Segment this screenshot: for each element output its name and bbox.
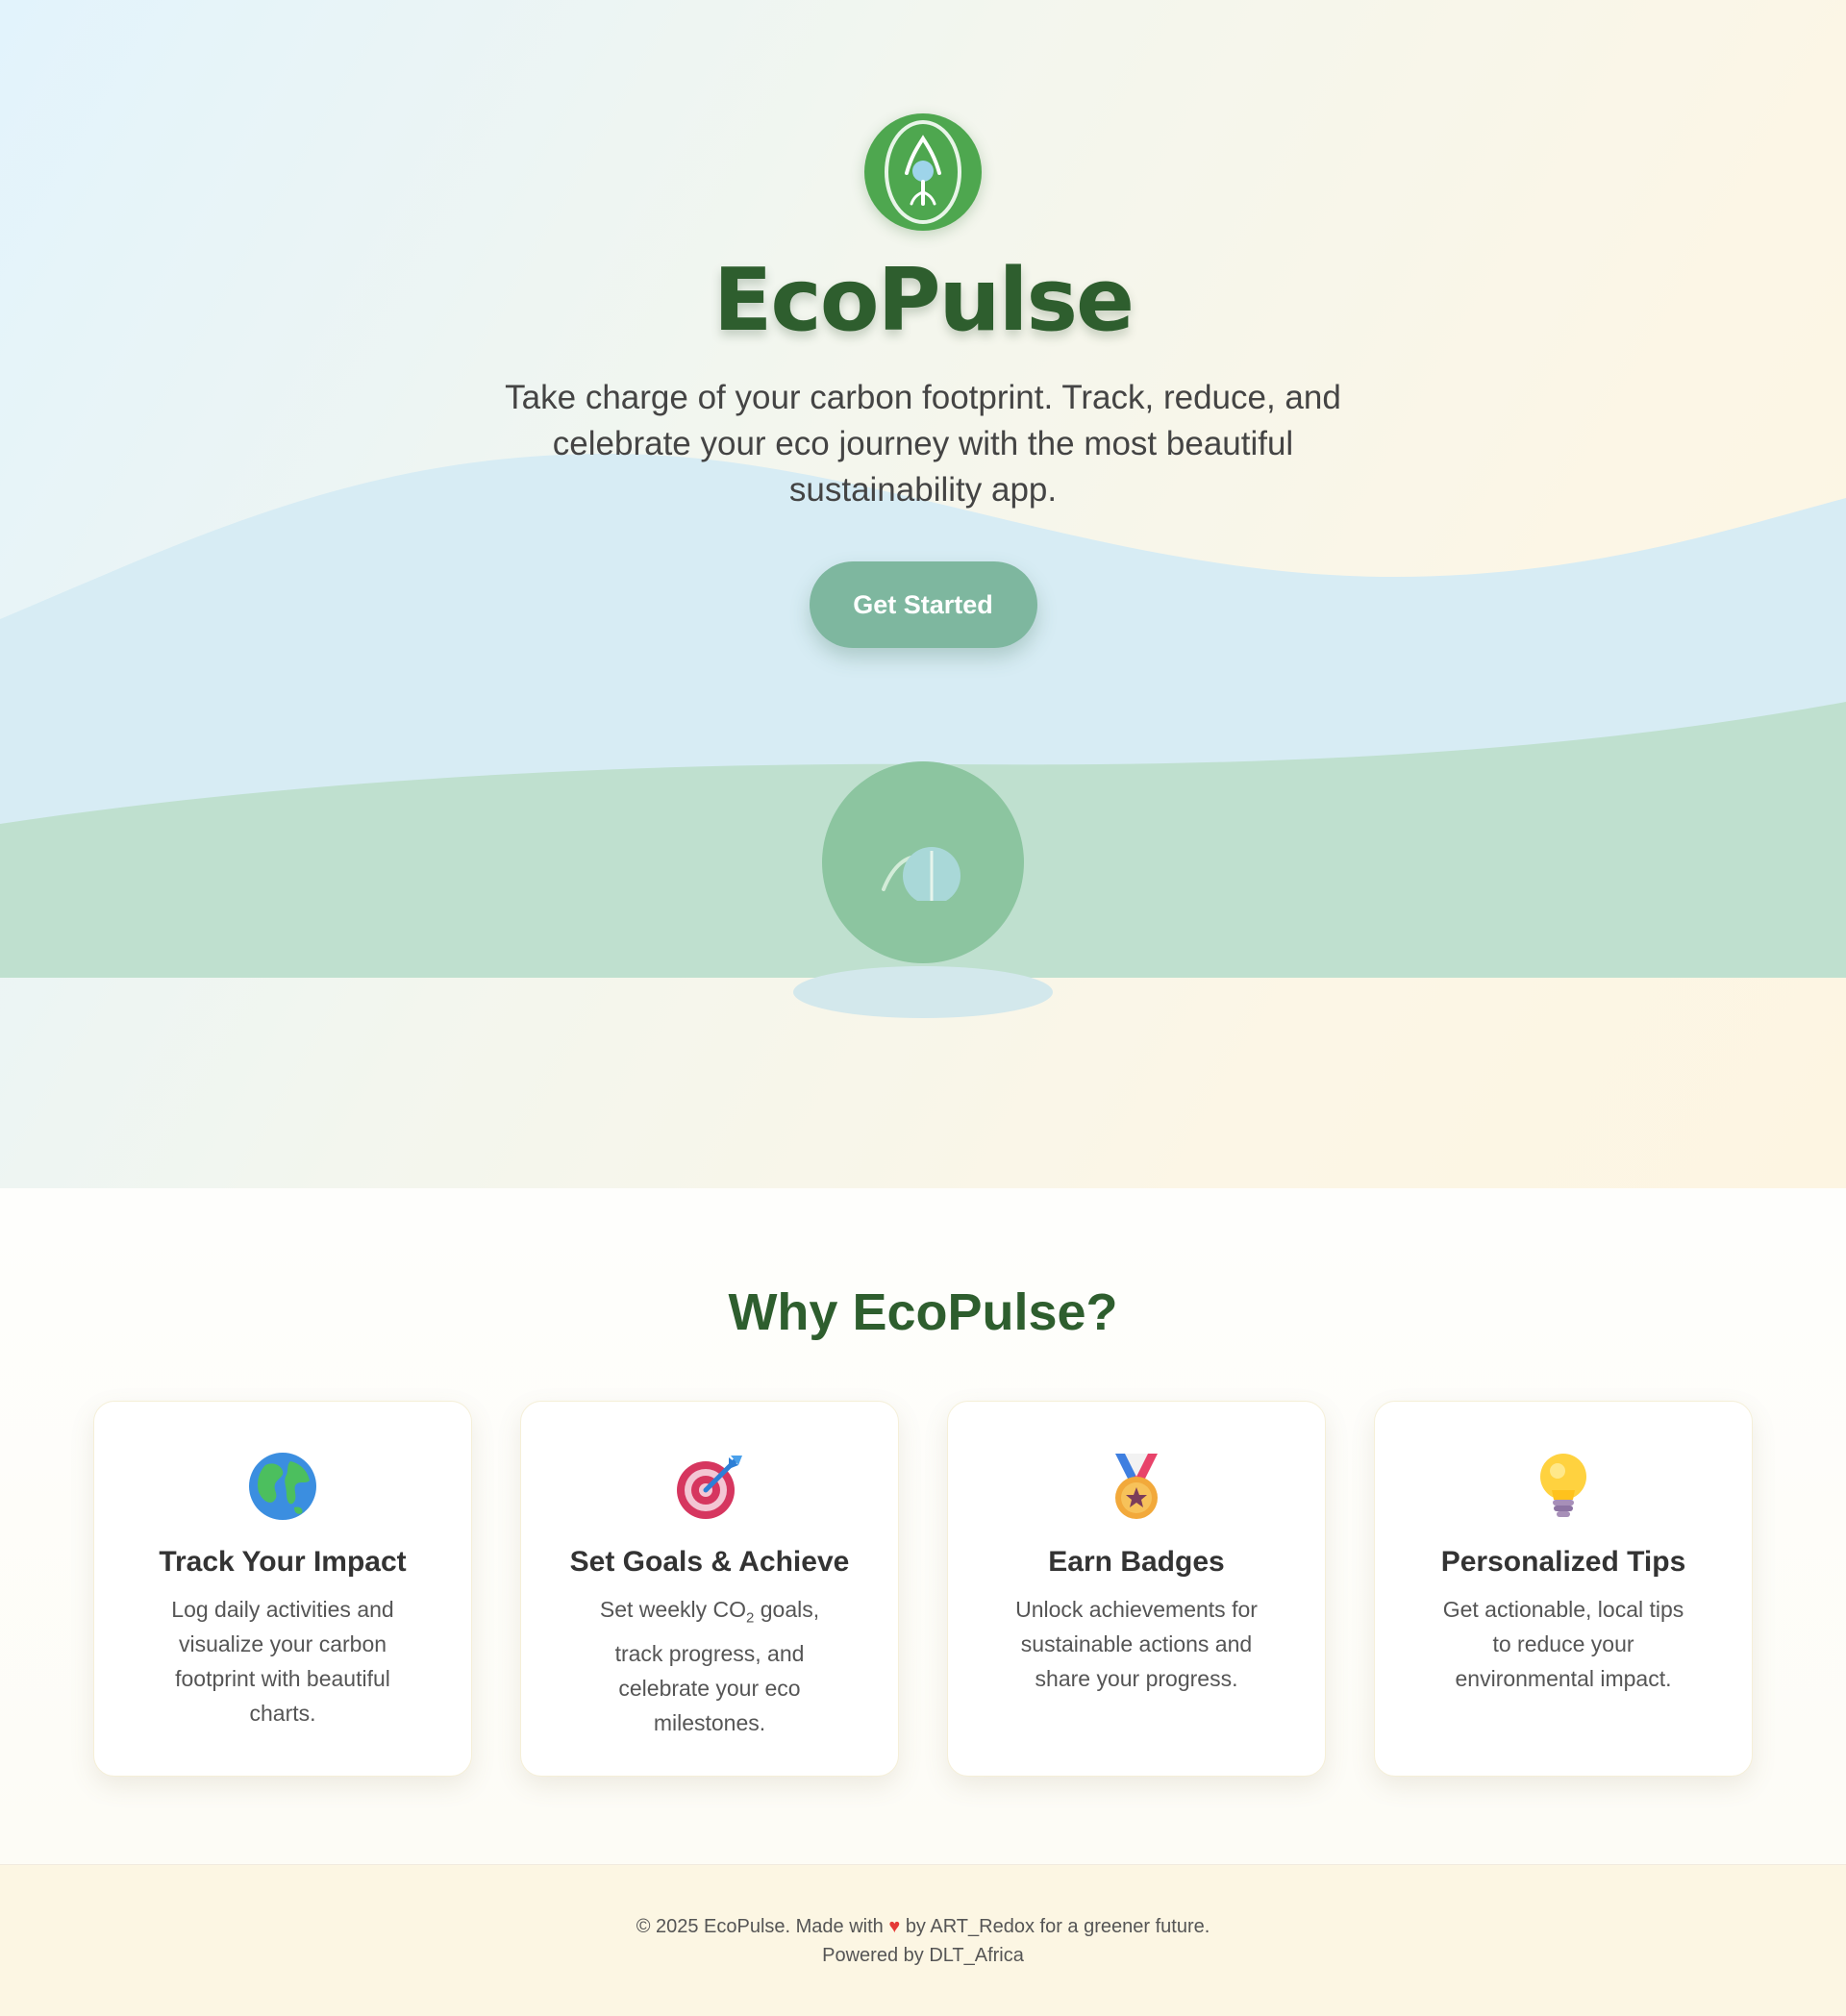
features-section: Why EcoPulse? Track Your Impact Log dail… — [0, 1188, 1846, 1864]
leaf-sprout-icon — [885, 120, 961, 224]
feature-card-title: Earn Badges — [1048, 1546, 1225, 1579]
hero-illustration — [822, 761, 1024, 963]
medal-icon — [1102, 1452, 1171, 1521]
lightbulb-icon — [1529, 1452, 1598, 1521]
get-started-button[interactable]: Get Started — [809, 561, 1037, 648]
footer: © 2025 EcoPulse. Made with ♥ by ART_Redo… — [0, 1864, 1846, 2016]
footer-author: by ART_Redox for a greener future. — [905, 1915, 1210, 1937]
hero-section: EcoPulse Take charge of your carbon foot… — [0, 0, 1846, 1188]
feature-card-title: Personalized Tips — [1440, 1546, 1686, 1579]
earth-leaf-icon — [882, 847, 960, 901]
feature-card-text-start: Set weekly CO — [599, 1597, 746, 1623]
feature-card-track: Track Your Impact Log daily activities a… — [93, 1401, 472, 1778]
feature-cards: Track Your Impact Log daily activities a… — [0, 1401, 1846, 1778]
footer-powered-by: Powered by DLT_Africa — [822, 1944, 1024, 1966]
feature-card-text: Unlock achievements for sustainable acti… — [1015, 1597, 1258, 1692]
logo-badge — [864, 113, 982, 231]
features-title: Why EcoPulse? — [728, 1283, 1118, 1341]
feature-card-title: Set Goals & Achieve — [569, 1546, 850, 1579]
feature-card-goals: Set Goals & Achieve Set weekly CO2 goals… — [520, 1401, 899, 1778]
globe-icon — [248, 1452, 317, 1521]
feature-card-text: Get actionable, local tips to reduce you… — [1442, 1597, 1684, 1692]
target-icon — [675, 1452, 744, 1521]
footer-copyright: © 2025 EcoPulse. Made with — [636, 1915, 884, 1937]
footer-credits: © 2025 EcoPulse. Made with ♥ by ART_Redo… — [636, 1912, 1210, 1941]
hero-tagline: Take charge of your carbon footprint. Tr… — [505, 379, 1341, 509]
heart-icon: ♥ — [888, 1915, 901, 1937]
feature-card-tips: Personalized Tips Get actionable, local … — [1374, 1401, 1753, 1778]
feature-card-title: Track Your Impact — [159, 1546, 407, 1579]
illustration-shadow — [793, 966, 1053, 1018]
feature-card-text: Log daily activities and visualize your … — [171, 1597, 394, 1727]
feature-card-text: Set weekly CO2 goals, track progress, an… — [580, 1592, 839, 1740]
feature-card-badges: Earn Badges Unlock achievements for sust… — [947, 1401, 1326, 1778]
app-title: EcoPulse — [712, 250, 1135, 351]
